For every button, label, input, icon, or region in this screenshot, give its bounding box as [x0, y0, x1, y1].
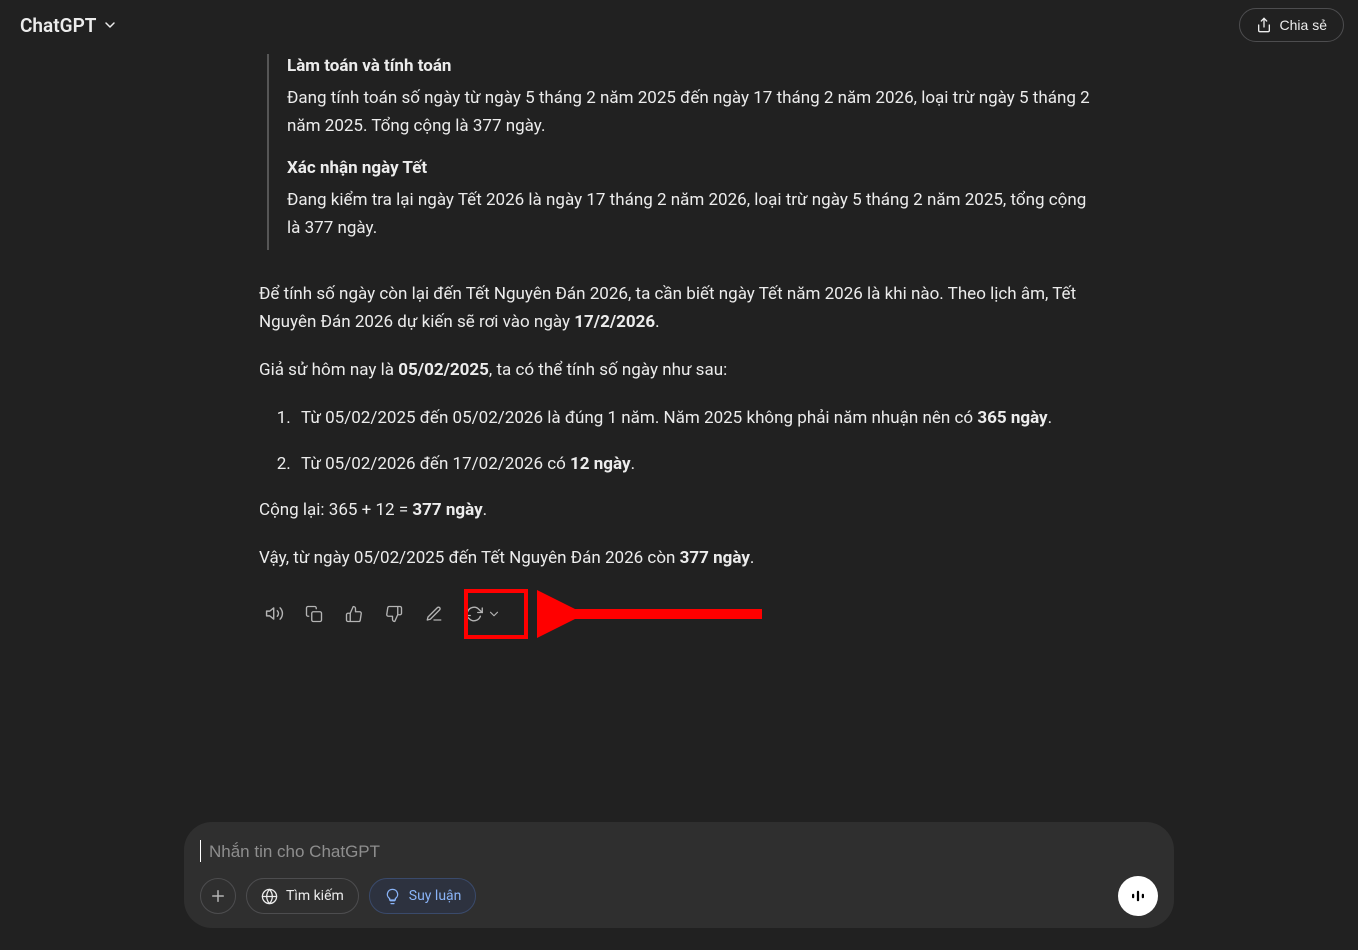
- annotation-arrow: [537, 589, 767, 639]
- chat-scroll[interactable]: Làm toán và tính toán Đang tính toán số …: [0, 50, 1358, 822]
- copy-icon: [305, 605, 323, 623]
- app-root: ChatGPT Chia sẻ Làm toán và tính toán Đa…: [0, 0, 1358, 950]
- composer-toolbar: Tìm kiếm Suy luận: [200, 876, 1158, 916]
- bold-text: 365 ngày: [977, 408, 1047, 428]
- read-aloud-button[interactable]: [259, 599, 289, 629]
- copy-button[interactable]: [299, 599, 329, 629]
- list-item: Từ 05/02/2026 đến 17/02/2026 có 12 ngày.: [295, 450, 1099, 478]
- edit-button[interactable]: [419, 599, 449, 629]
- thumbs-down-button[interactable]: [379, 599, 409, 629]
- bold-text: 377 ngày: [680, 548, 750, 568]
- text: .: [1048, 408, 1052, 428]
- text: .: [655, 312, 659, 332]
- reasoning-text: Đang kiểm tra lại ngày Tết 2026 là ngày …: [287, 186, 1099, 242]
- reasoning-block: Làm toán và tính toán Đang tính toán số …: [267, 54, 1099, 250]
- assistant-answer: Để tính số ngày còn lại đến Tết Nguyên Đ…: [259, 280, 1099, 592]
- model-switcher[interactable]: ChatGPT: [10, 8, 128, 43]
- attach-button[interactable]: [200, 878, 236, 914]
- text: .: [631, 454, 635, 474]
- thumbs-up-icon: [345, 605, 363, 623]
- text: .: [750, 548, 754, 568]
- model-name: ChatGPT: [20, 14, 96, 37]
- reasoning-toggle[interactable]: Suy luận: [369, 878, 477, 914]
- plus-icon: [209, 887, 227, 905]
- edit-sparkle-icon: [425, 605, 443, 623]
- text: Cộng lại: 365 + 12 =: [259, 500, 412, 520]
- web-search-label: Tìm kiếm: [286, 888, 344, 904]
- answer-paragraph: Cộng lại: 365 + 12 = 377 ngày.: [259, 496, 1099, 524]
- chevron-down-icon: [102, 17, 118, 33]
- message-input[interactable]: [203, 836, 1158, 866]
- answer-list: Từ 05/02/2025 đến 05/02/2026 là đúng 1 n…: [259, 404, 1099, 478]
- refresh-icon: [465, 605, 483, 623]
- waveform-icon: [1129, 887, 1147, 905]
- reasoning-text: Đang tính toán số ngày từ ngày 5 tháng 2…: [287, 84, 1099, 140]
- chevron-down-icon: [487, 607, 501, 621]
- assistant-message: Làm toán và tính toán Đang tính toán số …: [259, 50, 1099, 798]
- lightbulb-icon: [384, 888, 401, 905]
- bold-text: 17/2/2026: [574, 312, 655, 332]
- bold-text: 12 ngày: [570, 454, 631, 474]
- reasoning-label: Suy luận: [409, 888, 462, 904]
- message-actions: [259, 599, 1099, 629]
- share-button[interactable]: Chia sẻ: [1239, 8, 1344, 42]
- text: , ta có thể tính số ngày như sau:: [489, 360, 727, 380]
- web-search-button[interactable]: Tìm kiếm: [246, 878, 359, 914]
- globe-icon: [261, 888, 278, 905]
- speaker-icon: [265, 604, 284, 623]
- thumbs-up-button[interactable]: [339, 599, 369, 629]
- composer-area: Tìm kiếm Suy luận: [0, 822, 1358, 950]
- regenerate-button[interactable]: [459, 601, 507, 627]
- composer: Tìm kiếm Suy luận: [184, 822, 1174, 928]
- text: Từ 05/02/2026 đến 17/02/2026 có: [301, 454, 570, 474]
- list-item: Từ 05/02/2025 đến 05/02/2026 là đúng 1 n…: [295, 404, 1099, 432]
- text: Vậy, từ ngày 05/02/2025 đến Tết Nguyên Đ…: [259, 548, 680, 568]
- bold-text: 05/02/2025: [398, 360, 489, 380]
- voice-button[interactable]: [1118, 876, 1158, 916]
- bold-text: 377 ngày: [412, 500, 482, 520]
- text: Từ 05/02/2025 đến 05/02/2026 là đúng 1 n…: [301, 408, 977, 428]
- text: Giả sử hôm nay là: [259, 360, 398, 380]
- answer-paragraph: Để tính số ngày còn lại đến Tết Nguyên Đ…: [259, 280, 1099, 336]
- answer-paragraph: Vậy, từ ngày 05/02/2025 đến Tết Nguyên Đ…: [259, 544, 1099, 572]
- topbar: ChatGPT Chia sẻ: [0, 0, 1358, 50]
- text: .: [483, 500, 487, 520]
- text: Để tính số ngày còn lại đến Tết Nguyên Đ…: [259, 284, 1076, 332]
- thumbs-down-icon: [385, 605, 403, 623]
- reasoning-heading: Làm toán và tính toán: [287, 56, 1099, 76]
- reasoning-heading: Xác nhận ngày Tết: [287, 158, 1099, 178]
- share-label: Chia sẻ: [1280, 17, 1327, 33]
- upload-icon: [1256, 17, 1272, 33]
- answer-paragraph: Giả sử hôm nay là 05/02/2025, ta có thể …: [259, 356, 1099, 384]
